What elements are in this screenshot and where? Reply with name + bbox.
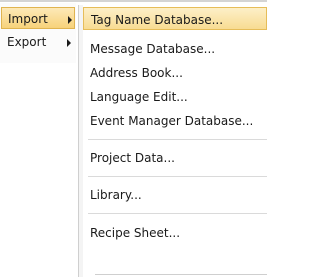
submenu-arrow-icon bbox=[68, 16, 72, 24]
menu-separator bbox=[88, 213, 267, 214]
submenu-item-label: Language Edit... bbox=[90, 90, 188, 104]
submenu-item-tag-name-database[interactable]: Tag Name Database... bbox=[83, 7, 267, 30]
menu-bar-divider bbox=[0, 0, 267, 2]
submenu-item-label: Library... bbox=[90, 188, 142, 202]
submenu-item-library[interactable]: Library... bbox=[83, 183, 267, 206]
submenu-bottom-edge bbox=[95, 274, 267, 275]
submenu-item-address-book[interactable]: Address Book... bbox=[83, 61, 267, 84]
submenu-item-project-data[interactable]: Project Data... bbox=[83, 146, 267, 169]
submenu-item-message-database[interactable]: Message Database... bbox=[83, 37, 267, 60]
submenu-item-event-manager-database[interactable]: Event Manager Database... bbox=[83, 109, 267, 132]
menu-separator bbox=[88, 176, 267, 177]
submenu-item-label: Project Data... bbox=[90, 151, 175, 165]
menu-item-import-label: Import bbox=[8, 12, 48, 26]
submenu-arrow-icon bbox=[67, 39, 71, 47]
submenu-item-language-edit[interactable]: Language Edit... bbox=[83, 85, 267, 108]
menu-separator bbox=[88, 139, 267, 140]
file-menu-dropdown: Import Export bbox=[0, 3, 76, 63]
submenu-item-label: Address Book... bbox=[90, 66, 183, 80]
submenu-item-label: Message Database... bbox=[90, 42, 216, 56]
menu-item-export-label: Export bbox=[7, 35, 47, 49]
submenu-item-label: Tag Name Database... bbox=[91, 13, 224, 27]
menu-item-import[interactable]: Import bbox=[1, 7, 75, 29]
submenu-item-recipe-sheet[interactable]: Recipe Sheet... bbox=[83, 221, 267, 244]
submenu-item-label: Recipe Sheet... bbox=[90, 226, 181, 240]
submenu-item-label: Event Manager Database... bbox=[90, 114, 254, 128]
import-submenu: Tag Name Database... Message Database...… bbox=[78, 5, 267, 277]
menu-item-export[interactable]: Export bbox=[1, 31, 75, 53]
